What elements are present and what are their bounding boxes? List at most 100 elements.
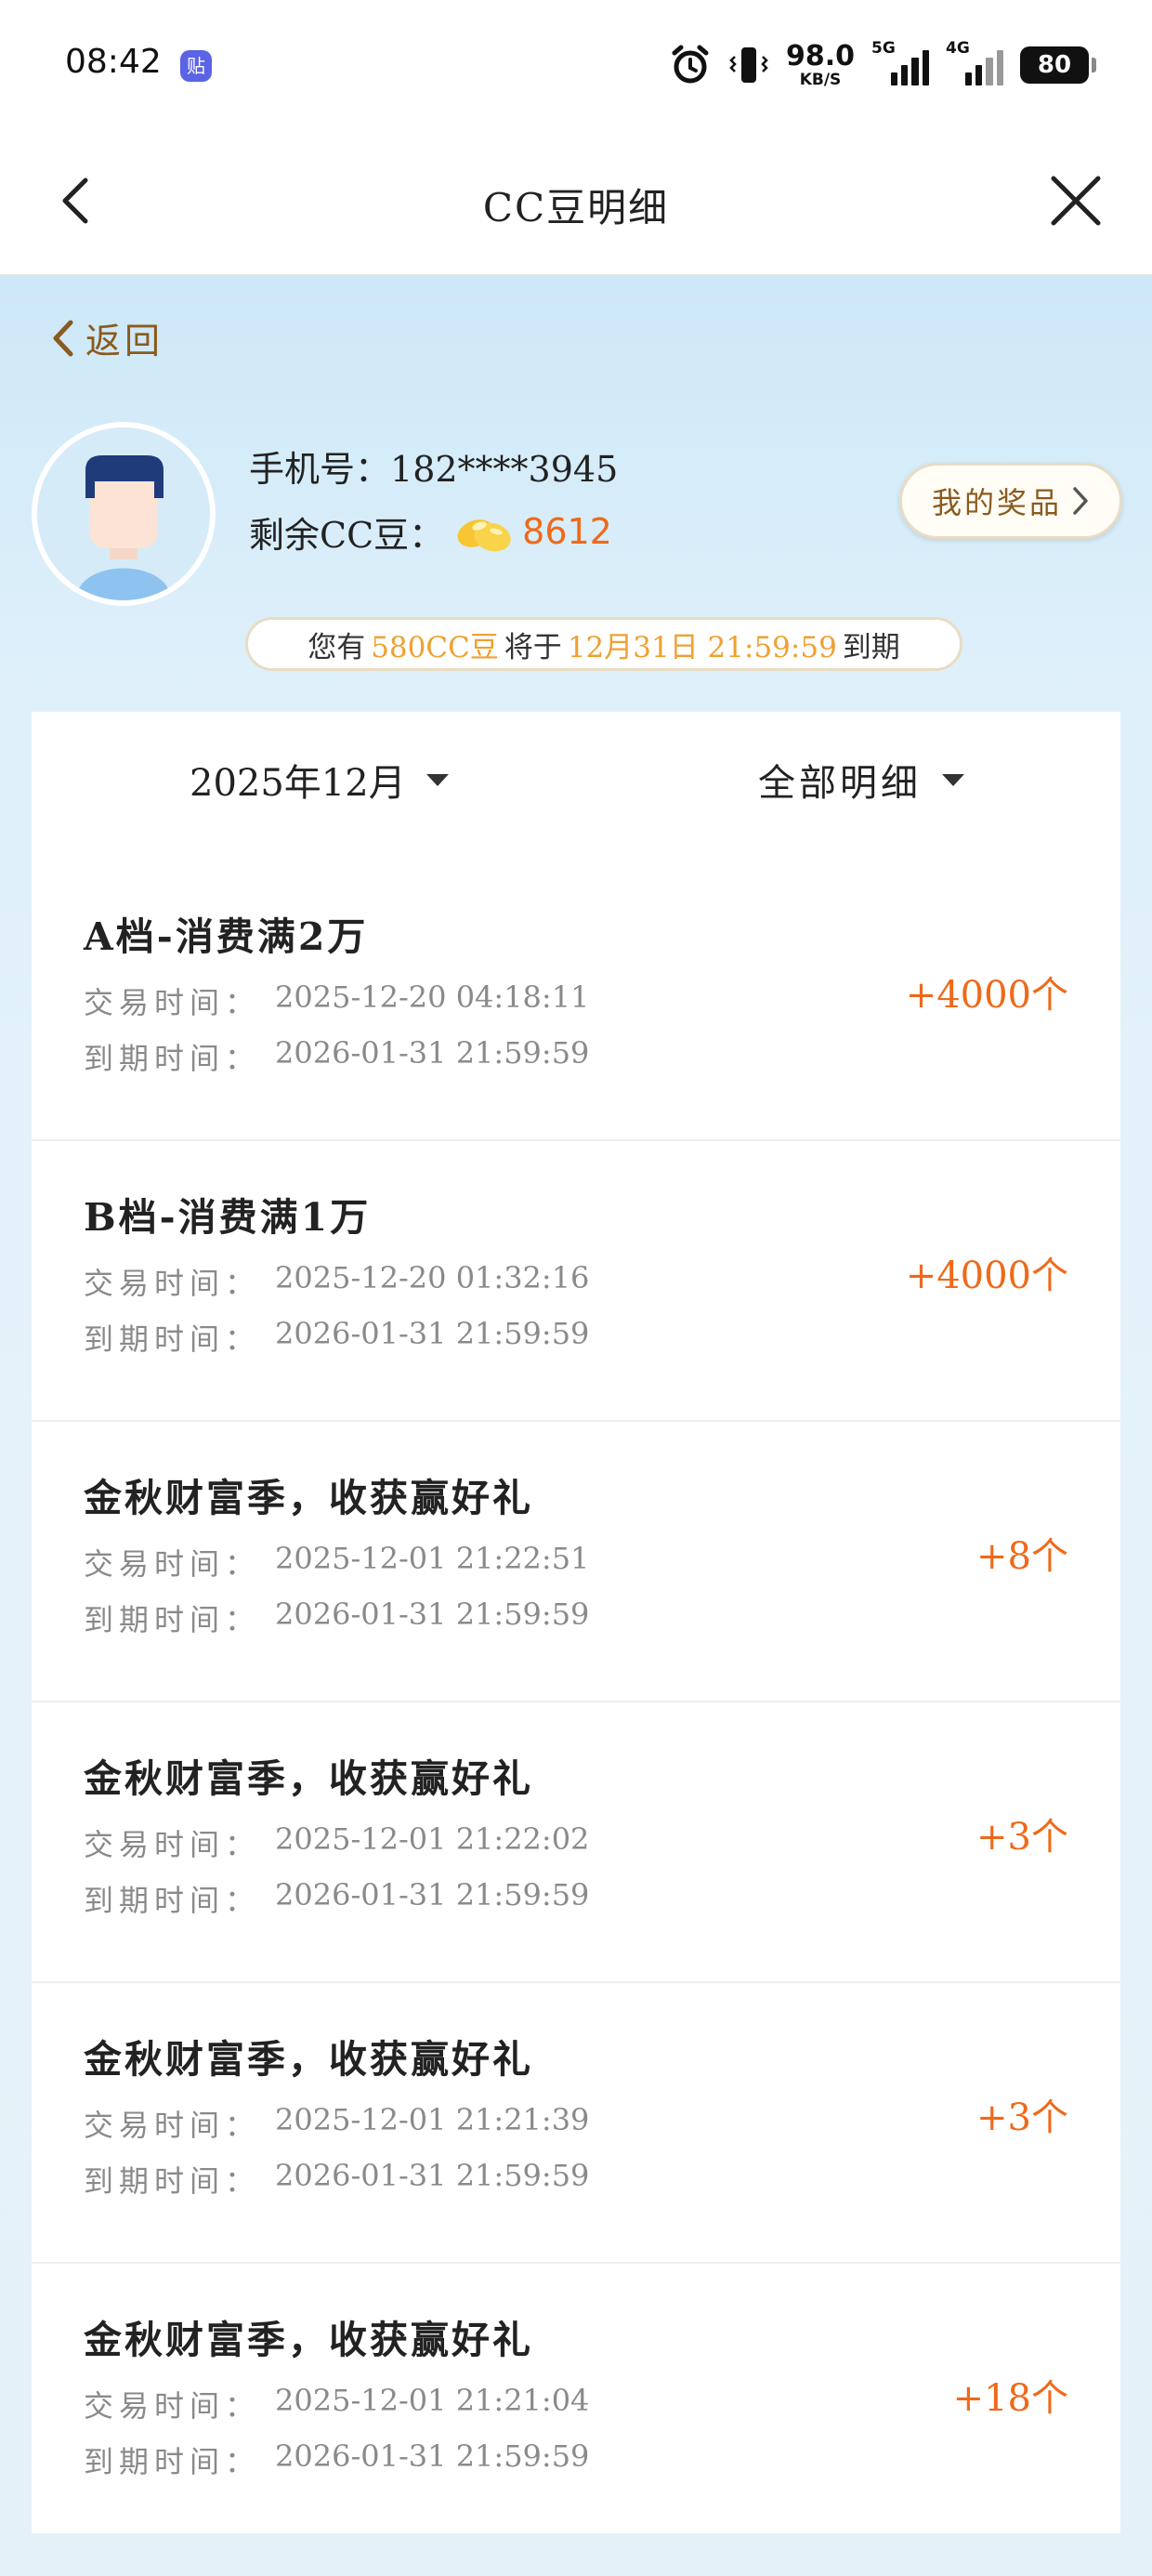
trade-time-line: 交易时间： 2025-12-20 01:32:16 — [84, 1260, 589, 1303]
cc-bean-icon — [457, 519, 511, 552]
expire-time-label: 到期时间： — [84, 1602, 261, 1637]
month-filter-label: 2025年12月 — [190, 762, 406, 805]
transaction-amount: +3个 — [976, 1816, 1068, 1859]
back-link-label: 返回 — [85, 321, 164, 361]
avatar — [32, 422, 216, 606]
transaction-list: A档-消费满2万 交易时间： 2025-12-20 04:18:11 到期时间： 2… — [32, 861, 1120, 2544]
trade-time-line: 交易时间： 2025-12-01 21:21:39 — [84, 2102, 589, 2145]
expire-time-value: 2026-01-31 21:59:59 — [275, 2438, 590, 2474]
nav-bar: CC豆明细 — [0, 139, 1152, 275]
network-speed: 98.0 KB/S — [785, 39, 855, 89]
expire-time-value: 2026-01-31 21:59:59 — [275, 1316, 590, 1351]
transaction-row[interactable]: 金秋财富季，收获赢好礼 交易时间： 2025-12-01 21:22:51 到期时… — [32, 1422, 1120, 1702]
trade-time-label: 交易时间： — [84, 985, 261, 1020]
battery-icon: 80 — [1020, 46, 1096, 84]
transaction-amount: +4000个 — [905, 974, 1068, 1017]
transaction-row[interactable]: A档-消费满2万 交易时间： 2025-12-20 04:18:11 到期时间： 2… — [32, 861, 1120, 1141]
type-filter-label: 全部明细 — [758, 762, 922, 805]
expire-time-line: 到期时间： 2026-01-31 21:59:59 — [84, 1877, 589, 1920]
trade-time-line: 交易时间： 2025-12-01 21:22:51 — [84, 1541, 589, 1584]
expire-time-label: 到期时间： — [84, 2444, 261, 2479]
expire-time-label: 到期时间： — [84, 1883, 261, 1918]
expire-prefix: 您有 — [308, 630, 366, 664]
transaction-amount: +4000个 — [905, 1255, 1068, 1297]
transaction-title: A档-消费满2万 — [84, 914, 369, 959]
page-title: CC豆明细 — [482, 185, 670, 230]
transaction-title: 金秋财富季，收获赢好礼 — [84, 1756, 533, 1801]
balance-line: 剩余CC豆： 8612 — [249, 504, 612, 559]
network-speed-unit: KB/S — [799, 70, 842, 89]
status-icons: 98.0 KB/S 5G 4G 80 — [669, 37, 1096, 93]
expire-time-label: 到期时间： — [84, 1041, 261, 1076]
expire-time-value: 2026-01-31 21:59:59 — [275, 1877, 590, 1912]
caret-down-icon — [425, 773, 449, 786]
transaction-row[interactable]: 金秋财富季，收获赢好礼 交易时间： 2025-12-01 21:21:39 到期时… — [32, 1983, 1120, 2264]
trade-time-label: 交易时间： — [84, 1827, 261, 1862]
chevron-right-icon — [1073, 487, 1088, 515]
caret-down-icon — [942, 773, 964, 786]
phone-value: 182****3945 — [390, 449, 619, 490]
expire-time-value: 2026-01-31 21:59:59 — [275, 1597, 590, 1632]
filter-bar: 2025年12月 全部明细 — [32, 712, 1120, 861]
signal-icon-sim2: 4G — [946, 39, 1003, 85]
my-prizes-label: 我的奖品 — [931, 485, 1062, 520]
expire-middle: 将于 — [504, 630, 562, 664]
phone-number-line: 手机号：182****3945 — [249, 440, 618, 492]
close-icon[interactable] — [1046, 171, 1106, 230]
transaction-amount: +8个 — [976, 1535, 1068, 1578]
expire-time-value: 2026-01-31 21:59:59 — [275, 1035, 590, 1071]
trade-time-value: 2025-12-20 01:32:16 — [275, 1260, 590, 1295]
transaction-title: 金秋财富季，收获赢好礼 — [84, 1476, 533, 1520]
expire-time-line: 到期时间： 2026-01-31 21:59:59 — [84, 1316, 589, 1359]
expire-notice: 您有 580CC豆 将于 12月31日 21:59:59 到期 — [245, 617, 962, 671]
expire-time-label: 到期时间： — [84, 1321, 261, 1357]
trade-time-label: 交易时间： — [84, 2108, 261, 2143]
phone-label: 手机号： — [249, 449, 391, 490]
transaction-row[interactable]: 金秋财富季，收获赢好礼 交易时间： 2025-12-01 21:21:04 到期时… — [32, 2264, 1120, 2544]
status-bar: 08:42 贴 98.0 KB/S 5G 4G 80 — [0, 0, 1152, 139]
transaction-title: 金秋财富季，收获赢好礼 — [84, 2037, 533, 2082]
expire-time-line: 到期时间： 2026-01-31 21:59:59 — [84, 1035, 589, 1078]
alarm-icon — [672, 45, 709, 84]
expire-time-line: 到期时间： 2026-01-31 21:59:59 — [84, 2158, 589, 2201]
trade-time-label: 交易时间： — [84, 1546, 261, 1582]
expire-amount: 580CC豆 — [371, 630, 499, 664]
month-filter-dropdown[interactable]: 2025年12月 — [190, 753, 449, 807]
trade-time-value: 2025-12-01 21:21:04 — [275, 2383, 590, 2418]
trade-time-label: 交易时间： — [84, 1266, 261, 1301]
notification-app-icon: 贴 — [180, 50, 212, 82]
back-link[interactable]: 返回 — [48, 312, 164, 363]
transaction-title: 金秋财富季，收获赢好礼 — [84, 2318, 533, 2362]
status-time: 08:42 — [65, 43, 162, 81]
battery-level: 80 — [1020, 46, 1089, 84]
expire-suffix: 到期 — [842, 630, 900, 664]
transaction-row[interactable]: 金秋财富季，收获赢好礼 交易时间： 2025-12-01 21:22:02 到期时… — [32, 1702, 1120, 1983]
transaction-row[interactable]: B档-消费满1万 交易时间： 2025-12-20 01:32:16 到期时间： 2… — [32, 1141, 1120, 1422]
expire-time-value: 2026-01-31 21:59:59 — [275, 2158, 590, 2193]
expire-time-line: 到期时间： 2026-01-31 21:59:59 — [84, 2438, 589, 2481]
transaction-amount: +18个 — [952, 2377, 1068, 2420]
expire-date: 12月31日 21:59:59 — [567, 630, 837, 664]
trade-time-value: 2025-12-01 21:22:51 — [275, 1541, 590, 1576]
type-filter-dropdown[interactable]: 全部明细 — [758, 753, 964, 807]
expire-time-line: 到期时间： 2026-01-31 21:59:59 — [84, 1597, 589, 1639]
balance-label: 剩余CC豆： — [249, 514, 445, 556]
trade-time-value: 2025-12-20 04:18:11 — [275, 979, 590, 1015]
trade-time-value: 2025-12-01 21:22:02 — [275, 1821, 590, 1857]
user-avatar-icon — [37, 427, 210, 600]
sim1-label: 5G — [871, 39, 896, 58]
balance-value: 8612 — [522, 511, 612, 552]
expire-time-label: 到期时间： — [84, 2163, 261, 2199]
transactions-card: 2025年12月 全部明细 A档-消费满2万 交易时间： 2025-12-20 0… — [32, 712, 1120, 2533]
sim2-label: 4G — [946, 39, 970, 58]
trade-time-label: 交易时间： — [84, 2388, 261, 2424]
transaction-amount: +3个 — [976, 2096, 1068, 2139]
signal-icon-sim1: 5G — [871, 39, 929, 85]
trade-time-line: 交易时间： 2025-12-01 21:22:02 — [84, 1821, 589, 1864]
vibrate-icon — [729, 47, 768, 83]
chevron-left-icon — [53, 320, 73, 356]
trade-time-value: 2025-12-01 21:21:39 — [275, 2102, 590, 2137]
my-prizes-button[interactable]: 我的奖品 — [899, 463, 1122, 539]
trade-time-line: 交易时间： 2025-12-20 04:18:11 — [84, 979, 589, 1022]
network-speed-value: 98.0 — [785, 39, 855, 72]
